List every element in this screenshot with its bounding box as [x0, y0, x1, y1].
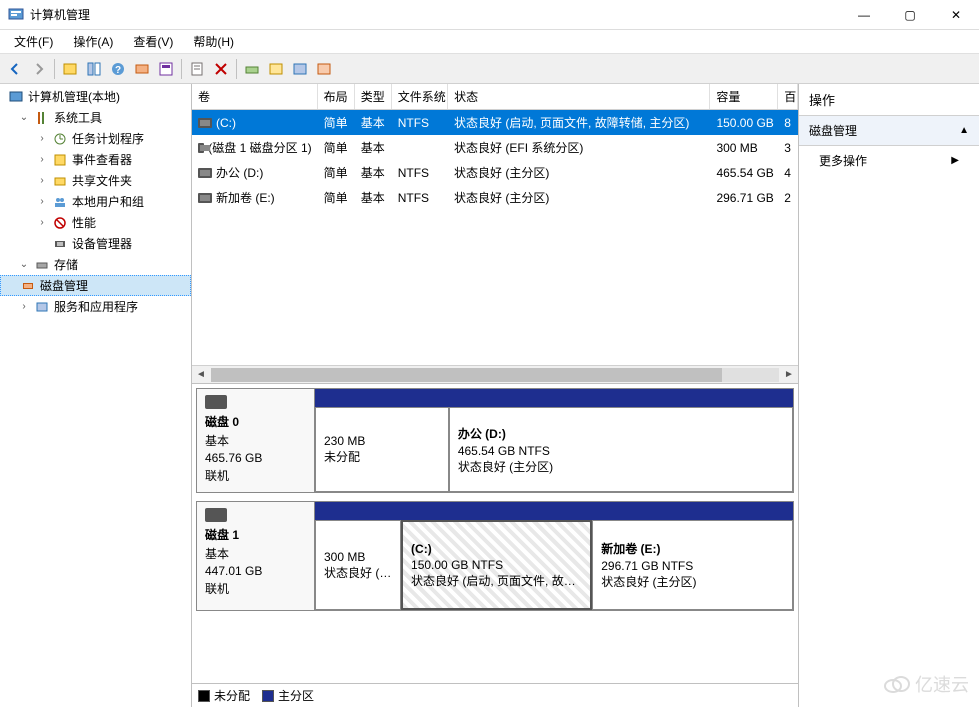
toolbar-icon[interactable] [83, 58, 105, 80]
toolbar-icon[interactable] [186, 58, 208, 80]
partition-block[interactable]: 300 MB 状态良好 (EFI [315, 520, 401, 610]
minimize-button[interactable]: — [841, 0, 887, 30]
navigation-tree[interactable]: 计算机管理(本地) ⌄ 系统工具 › 任务计划程序 › 事件查看器 › 共享文件… [0, 84, 192, 707]
disk-top-bar [315, 502, 793, 520]
tree-task-scheduler[interactable]: › 任务计划程序 [0, 128, 191, 149]
toolbar-icon[interactable] [313, 58, 335, 80]
col-header-filesystem[interactable]: 文件系统 [392, 84, 448, 109]
toolbar-icon[interactable] [59, 58, 81, 80]
svg-text:?: ? [115, 65, 121, 76]
col-header-type[interactable]: 类型 [355, 84, 392, 109]
col-header-capacity[interactable]: 容量 [710, 84, 778, 109]
tree-services-apps[interactable]: › 服务和应用程序 [0, 296, 191, 317]
disk-graphical-view: 磁盘 0 基本 465.76 GB 联机 230 MB 未分配 办公 (D:) [192, 384, 798, 683]
title-bar: 计算机管理 — ▢ ✕ [0, 0, 979, 30]
toolbar-icon[interactable] [131, 58, 153, 80]
tree-device-manager[interactable]: › 设备管理器 [0, 233, 191, 254]
tree-event-viewer[interactable]: › 事件查看器 [0, 149, 191, 170]
disk-hardware-icon [205, 508, 227, 522]
toolbar: ? [0, 54, 979, 84]
col-header-status[interactable]: 状态 [448, 84, 710, 109]
close-button[interactable]: ✕ [933, 0, 979, 30]
volume-list: 卷 布局 类型 文件系统 状态 容量 百 (C:) 简单 基本 NTFS 状态良… [192, 84, 798, 384]
actions-more[interactable]: 更多操作 ▶ [799, 146, 979, 175]
tree-performance[interactable]: › 性能 [0, 212, 191, 233]
legend: 未分配 主分区 [192, 683, 798, 707]
volume-row[interactable]: 新加卷 (E:) 简单 基本 NTFS 状态良好 (主分区) 296.71 GB… [192, 185, 798, 210]
partition-block[interactable]: 新加卷 (E:) 296.71 GB NTFS 状态良好 (主分区) [592, 520, 793, 610]
tree-disk-management[interactable]: › 磁盘管理 [0, 275, 191, 296]
scroll-right-icon[interactable]: ► [780, 367, 798, 383]
menu-help[interactable]: 帮助(H) [183, 31, 244, 52]
disk-info: 磁盘 0 基本 465.76 GB 联机 [197, 389, 315, 492]
help-icon[interactable]: ? [107, 58, 129, 80]
toolbar-icon[interactable] [155, 58, 177, 80]
volume-row[interactable]: (C:) 简单 基本 NTFS 状态良好 (启动, 页面文件, 故障转储, 主分… [192, 110, 798, 135]
volume-list-body[interactable]: (C:) 简单 基本 NTFS 状态良好 (启动, 页面文件, 故障转储, 主分… [192, 110, 798, 365]
toolbar-icon[interactable] [241, 58, 263, 80]
actions-header: 操作 [799, 84, 979, 116]
volume-icon [198, 143, 204, 153]
col-header-free[interactable]: 百 [778, 84, 798, 109]
col-header-layout[interactable]: 布局 [318, 84, 355, 109]
disk-info: 磁盘 1 基本 447.01 GB 联机 [197, 502, 315, 610]
disk-row[interactable]: 磁盘 1 基本 447.01 GB 联机 300 MB 状态良好 (EFI (C… [196, 501, 794, 611]
disk-hardware-icon [205, 395, 227, 409]
volume-row[interactable]: (磁盘 1 磁盘分区 1) 简单 基本 状态良好 (EFI 系统分区) 300 … [192, 135, 798, 160]
tree-local-users[interactable]: › 本地用户和组 [0, 191, 191, 212]
tree-storage[interactable]: ⌄ 存储 [0, 254, 191, 275]
volume-icon [198, 193, 212, 203]
disk-top-bar [315, 389, 793, 407]
actions-disk-management[interactable]: 磁盘管理 ▲ [799, 116, 979, 146]
tree-system-tools[interactable]: ⌄ 系统工具 [0, 107, 191, 128]
volume-icon [198, 118, 212, 128]
tree-shared-folders[interactable]: › 共享文件夹 [0, 170, 191, 191]
chevron-up-icon: ▲ [959, 125, 969, 136]
scroll-left-icon[interactable]: ◄ [192, 367, 210, 383]
partition-block[interactable]: 230 MB 未分配 [315, 407, 449, 492]
disk-row[interactable]: 磁盘 0 基本 465.76 GB 联机 230 MB 未分配 办公 (D:) [196, 388, 794, 493]
menu-action[interactable]: 操作(A) [63, 31, 123, 52]
window-controls: — ▢ ✕ [841, 0, 979, 30]
horizontal-scrollbar[interactable]: ◄ ► [192, 365, 798, 383]
legend-primary: 主分区 [262, 687, 314, 704]
volume-icon [198, 168, 212, 178]
back-button[interactable] [4, 58, 26, 80]
actions-panel: 操作 磁盘管理 ▲ 更多操作 ▶ [799, 84, 979, 707]
partition-block-selected[interactable]: (C:) 150.00 GB NTFS 状态良好 (启动, 页面文件, 故障转 [401, 520, 592, 610]
partition-block[interactable]: 办公 (D:) 465.54 GB NTFS 状态良好 (主分区) [449, 407, 793, 492]
menu-bar: 文件(F) 操作(A) 查看(V) 帮助(H) [0, 30, 979, 54]
delete-icon[interactable] [210, 58, 232, 80]
volume-row[interactable]: 办公 (D:) 简单 基本 NTFS 状态良好 (主分区) 465.54 GB … [192, 160, 798, 185]
col-header-volume[interactable]: 卷 [192, 84, 318, 109]
legend-unallocated: 未分配 [198, 687, 250, 704]
tree-root[interactable]: 计算机管理(本地) [0, 86, 191, 107]
toolbar-icon[interactable] [265, 58, 287, 80]
app-icon [8, 7, 24, 23]
menu-view[interactable]: 查看(V) [123, 31, 183, 52]
forward-button[interactable] [28, 58, 50, 80]
maximize-button[interactable]: ▢ [887, 0, 933, 30]
window-title: 计算机管理 [30, 6, 841, 23]
toolbar-icon[interactable] [289, 58, 311, 80]
watermark: 亿速云 [883, 671, 969, 697]
menu-file[interactable]: 文件(F) [4, 31, 63, 52]
chevron-right-icon: ▶ [951, 155, 959, 166]
volume-list-header: 卷 布局 类型 文件系统 状态 容量 百 [192, 84, 798, 110]
